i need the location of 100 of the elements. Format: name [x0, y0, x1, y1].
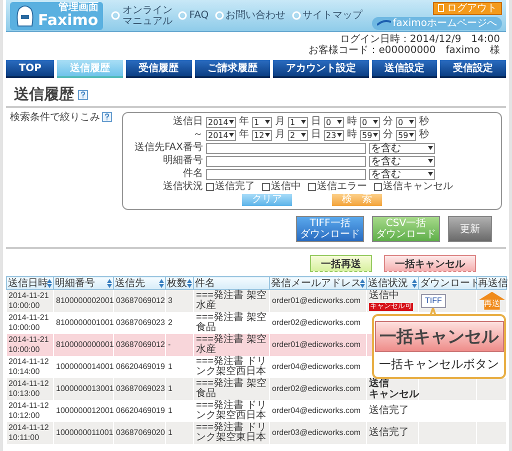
- unit-label: 時: [347, 129, 357, 141]
- field-label: ～: [192, 129, 203, 141]
- logo-icon: [376, 19, 391, 27]
- caret-icon: [373, 133, 378, 137]
- page-title: 送信履歴: [14, 85, 74, 104]
- caret-icon: [265, 133, 270, 137]
- unit-label: 年: [239, 129, 249, 141]
- help-icon[interactable]: [78, 90, 88, 100]
- dropdown[interactable]: 2014: [206, 130, 236, 140]
- ring-icon: [214, 11, 224, 20]
- bulk-cancel-button[interactable]: 一括キャンセル: [374, 321, 504, 352]
- dropdown[interactable]: 0: [324, 116, 344, 128]
- status-text: 送信中: [369, 290, 400, 302]
- checkbox-label: 送信中: [271, 181, 301, 193]
- unit-label: 秒: [419, 116, 429, 128]
- mascot-drawing: [15, 4, 35, 28]
- bulk-resend-button[interactable]: 一括再送: [310, 255, 372, 272]
- dropdown[interactable]: 59: [360, 130, 380, 140]
- download-button[interactable]: TIFF一括 ダウンロード: [296, 216, 364, 242]
- help-icon[interactable]: [102, 112, 112, 122]
- match-dropdown[interactable]: を含む: [369, 156, 435, 166]
- unit-label: 分: [383, 129, 393, 141]
- ring-icon: [292, 11, 301, 20]
- table-cell: 03687069020: [114, 422, 166, 444]
- login-info: お客様コード：e00000000 faximo 様: [308, 45, 500, 56]
- header-link[interactable]: オンライン マニュアル: [111, 4, 172, 26]
- dropdown[interactable]: 59: [396, 130, 416, 140]
- unit-label: 分: [383, 116, 393, 128]
- dropdown[interactable]: 0: [396, 116, 416, 128]
- ring-icon: [178, 11, 188, 20]
- unit-label: 秒: [419, 129, 429, 141]
- column-header[interactable]: 明細番号: [54, 276, 114, 290]
- unit-label: 時: [347, 116, 357, 128]
- caret-icon: [428, 146, 433, 150]
- field-label: 送信日: [172, 116, 203, 128]
- column-header[interactable]: 枚数: [166, 276, 194, 290]
- caret-icon: [229, 120, 234, 124]
- caret-icon: [409, 120, 414, 124]
- caret-icon: [337, 133, 342, 137]
- caret-icon: [265, 120, 270, 124]
- unit-label: 月: [275, 129, 285, 141]
- column-header[interactable]: 件名: [194, 276, 270, 290]
- input-field[interactable]: [206, 168, 366, 180]
- header-link[interactable]: FAQ: [178, 10, 209, 21]
- dropdown[interactable]: 2014: [206, 116, 236, 128]
- match-dropdown[interactable]: を含む: [369, 168, 435, 180]
- field-label: 件名: [182, 168, 203, 180]
- login-info: ログイン日時：2014/12/9 14:00: [340, 34, 500, 45]
- dropdown[interactable]: 2: [288, 130, 308, 140]
- column-header[interactable]: 発信メールアドレス: [270, 276, 366, 290]
- column-header[interactable]: 再送信: [476, 276, 506, 290]
- unit-label: 年: [239, 116, 249, 128]
- nav-tab[interactable]: TOP: [6, 60, 54, 78]
- nav-tab[interactable]: 送信設定: [372, 60, 438, 78]
- bulk-cancel-button[interactable]: 一括キャンセル: [384, 255, 476, 272]
- checkbox-label: 送信完了: [215, 181, 255, 193]
- header-link[interactable]: サイトマップ: [292, 10, 363, 21]
- caret-icon: [409, 133, 414, 137]
- caret-icon: [301, 133, 306, 137]
- input-field[interactable]: [206, 142, 366, 154]
- table-cell: 2014-11-12 10:11:00: [6, 422, 54, 444]
- column-header[interactable]: 送信先: [114, 276, 166, 290]
- nav-tab[interactable]: 受信履歴: [126, 60, 192, 78]
- dropdown[interactable]: 0: [360, 116, 380, 128]
- unit-label: 日: [311, 129, 321, 141]
- caret-icon: [229, 133, 234, 137]
- checkbox[interactable]: [262, 183, 270, 191]
- field-label: 明細番号: [162, 155, 203, 167]
- input-field[interactable]: [206, 156, 366, 166]
- nav-tab[interactable]: アカウント設定: [273, 60, 369, 78]
- door-icon: [438, 4, 445, 12]
- checkbox[interactable]: [206, 183, 214, 191]
- field-label: 送信先FAX番号: [133, 142, 203, 154]
- dropdown[interactable]: 12: [252, 130, 272, 140]
- callout-caption: 一括キャンセルボタン: [379, 356, 499, 373]
- dropdown[interactable]: 1: [288, 116, 308, 128]
- logo-caption: 管理画面: [58, 3, 98, 13]
- nav-tab[interactable]: ご請求履歴: [194, 60, 270, 78]
- unit-label: 月: [275, 116, 285, 128]
- logo-text: Faximo: [38, 13, 98, 28]
- tiff-button[interactable]: TIFF: [421, 294, 446, 308]
- caret-icon: [373, 120, 378, 124]
- field-label: 送信状況: [162, 181, 203, 193]
- unit-label: 日: [311, 116, 321, 128]
- checkbox[interactable]: [374, 183, 382, 191]
- table-cell: order03@edicworks.com: [270, 422, 366, 444]
- column-header[interactable]: 送信状況: [366, 276, 418, 290]
- checkbox[interactable]: [308, 183, 316, 191]
- caret-icon: [301, 120, 306, 124]
- column-header[interactable]: 送信日時: [6, 276, 54, 290]
- match-dropdown[interactable]: を含む: [369, 142, 435, 154]
- header-link[interactable]: お問い合わせ: [214, 10, 286, 21]
- dropdown[interactable]: 23: [324, 130, 344, 140]
- ring-icon: [111, 11, 120, 20]
- table-cell: ===発注書 ドリンク架空東日本: [194, 422, 270, 444]
- nav-tab[interactable]: 受信設定: [440, 60, 506, 78]
- dropdown[interactable]: 1: [252, 116, 272, 128]
- table-cell: 1: [166, 422, 194, 444]
- table-cell: 1000000011001: [54, 422, 114, 444]
- caret-icon: [337, 120, 342, 124]
